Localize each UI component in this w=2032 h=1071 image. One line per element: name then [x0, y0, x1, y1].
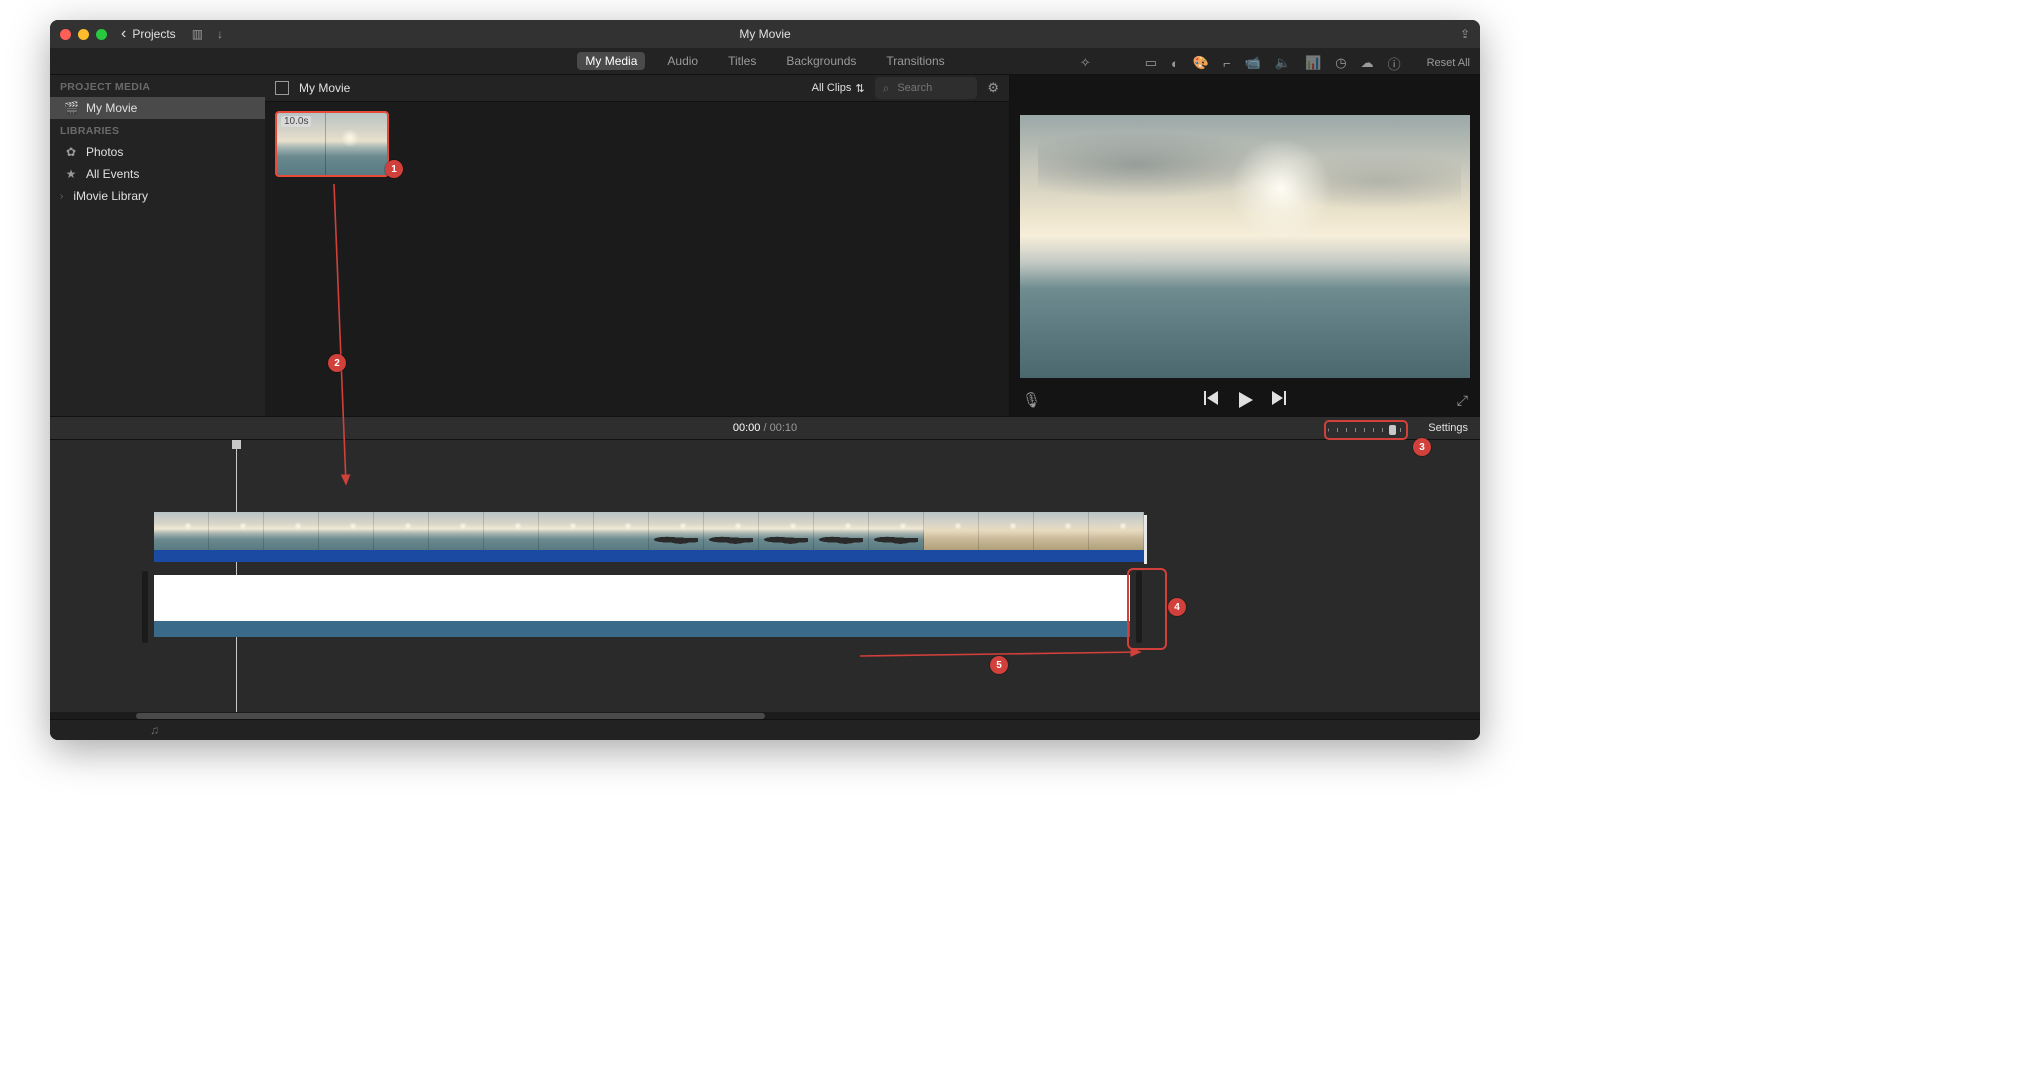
clapper-icon: 🎬: [64, 101, 78, 115]
timeline-header: 00:00 / 00:10 Settings: [50, 416, 1480, 440]
import-icon[interactable]: ↓: [217, 27, 223, 41]
overlay-clip-audio-lane[interactable]: [154, 621, 1130, 637]
stabilization-icon[interactable]: 📹: [1245, 55, 1261, 71]
clip-filter-label: All Clips: [812, 82, 852, 94]
timeline-total-time: 00:10: [770, 422, 798, 434]
crop-icon[interactable]: ⌐: [1223, 56, 1231, 71]
minimize-window-button[interactable]: [78, 29, 89, 40]
noise-eq-icon[interactable]: 📊: [1305, 55, 1321, 71]
media-browser: My Movie All Clips ⇅ ⌕ ⚙ 10.0s: [265, 75, 1010, 418]
timeline-zoom-slider[interactable]: [1324, 420, 1408, 440]
tab-backgrounds[interactable]: Backgrounds: [778, 52, 864, 70]
tab-my-media[interactable]: My Media: [577, 52, 645, 70]
voiceover-icon[interactable]: 🎙: [1022, 391, 1041, 409]
app-window: Projects ▥ ↓ My Movie ⇪ My Media Audio T…: [50, 20, 1480, 740]
timeline-current-time: 00:00: [733, 422, 761, 434]
color-correction-icon[interactable]: 🎨: [1193, 55, 1209, 71]
photos-icon: ✿: [64, 145, 78, 159]
layout-icon[interactable]: ▥: [192, 27, 203, 41]
speed-icon[interactable]: ◷: [1335, 55, 1346, 71]
clip-audio-lane[interactable]: [154, 550, 1144, 562]
annotation-badge-4: 4: [1168, 598, 1186, 616]
music-lane[interactable]: ♫: [50, 719, 1480, 740]
sidebar-item-imovie-library[interactable]: › iMovie Library: [50, 185, 265, 207]
search-input[interactable]: [895, 81, 969, 95]
tab-audio[interactable]: Audio: [659, 52, 706, 70]
zoom-knob[interactable]: [1389, 425, 1396, 435]
sidebar-section-libraries: LIBRARIES: [50, 119, 265, 141]
video-overlay-icon[interactable]: ▭: [1145, 55, 1157, 71]
sidebar-item-all-events[interactable]: ★ All Events: [50, 163, 265, 185]
window-controls: [60, 29, 107, 40]
reset-all-button[interactable]: Reset All: [1427, 57, 1470, 69]
annotation-badge-3: 3: [1413, 438, 1431, 456]
media-clip-thumbnail[interactable]: 10.0s: [275, 111, 389, 177]
chevron-right-icon: ›: [60, 191, 63, 202]
info-icon[interactable]: ⓘ: [1388, 54, 1401, 73]
volume-icon[interactable]: 🔈: [1275, 55, 1291, 71]
timeline-overlay-clip[interactable]: [154, 575, 1130, 639]
clip-duration-label: 10.0s: [281, 116, 311, 127]
sidebar-item-label: All Events: [86, 167, 139, 181]
browser-layout-icon[interactable]: [275, 81, 289, 95]
next-frame-button[interactable]: [1272, 391, 1288, 409]
enhance-icon[interactable]: ✧: [1080, 55, 1091, 71]
preview-pane: 🎙 ⤢: [1010, 75, 1480, 418]
prev-frame-button[interactable]: [1202, 391, 1218, 409]
events-icon: ★: [64, 167, 78, 181]
timeline-video-clip[interactable]: [154, 512, 1144, 567]
overlay-clip-body[interactable]: [154, 575, 1130, 621]
playback-controls: 🎙 ⤢: [1010, 382, 1480, 418]
search-field[interactable]: ⌕: [875, 77, 978, 99]
annotation-badge-5: 5: [990, 656, 1008, 674]
browser-options-icon[interactable]: ⚙: [987, 80, 999, 96]
close-window-button[interactable]: [60, 29, 71, 40]
share-icon[interactable]: ⇪: [1460, 27, 1470, 41]
sidebar-item-label: My Movie: [86, 101, 137, 115]
sidebar-item-my-movie[interactable]: 🎬 My Movie: [50, 97, 265, 119]
annotation-badge-1: 1: [385, 160, 403, 178]
sidebar-item-label: Photos: [86, 145, 123, 159]
preview-adjust-toolbar: ✧ ▭ ◐ 🎨 ⌐ 📹 🔈 📊 ◷ ☁ ⓘ Reset All: [1080, 52, 1470, 74]
tab-titles[interactable]: Titles: [720, 52, 764, 70]
clip-filter-dropdown[interactable]: All Clips ⇅: [812, 82, 865, 95]
titlebar: Projects ▥ ↓ My Movie ⇪: [50, 20, 1480, 48]
fullscreen-icon[interactable]: ⤢: [1457, 392, 1468, 409]
zoom-track: [1328, 428, 1404, 432]
annotation-box-4: [1127, 568, 1167, 650]
annotation-badge-2: 2: [328, 354, 346, 372]
music-icon: ♫: [150, 723, 159, 737]
tab-transitions[interactable]: Transitions: [878, 52, 952, 70]
overlay-trim-handle-left[interactable]: [142, 571, 148, 643]
updown-icon: ⇅: [855, 82, 864, 95]
search-icon: ⌕: [883, 81, 890, 96]
browser-title: My Movie: [299, 81, 350, 95]
window-title: My Movie: [50, 27, 1480, 41]
back-to-projects-button[interactable]: Projects: [121, 26, 176, 42]
projects-label: Projects: [132, 27, 175, 41]
zoom-window-button[interactable]: [96, 29, 107, 40]
play-button[interactable]: [1236, 391, 1254, 409]
sidebar-item-photos[interactable]: ✿ Photos: [50, 141, 265, 163]
sidebar-section-project-media: PROJECT MEDIA: [50, 75, 265, 97]
clip-filmstrip: [154, 512, 1144, 550]
sidebar: PROJECT MEDIA 🎬 My Movie LIBRARIES ✿ Pho…: [50, 75, 266, 418]
timeline-settings-button[interactable]: Settings: [1428, 417, 1468, 439]
color-balance-icon[interactable]: ◐: [1171, 56, 1179, 71]
sidebar-item-label: iMovie Library: [73, 189, 148, 203]
preview-viewport[interactable]: [1020, 115, 1470, 378]
timeline[interactable]: ♫: [50, 440, 1480, 740]
browser-header: My Movie All Clips ⇅ ⌕ ⚙: [265, 75, 1009, 102]
filter-icon[interactable]: ☁: [1361, 55, 1374, 71]
